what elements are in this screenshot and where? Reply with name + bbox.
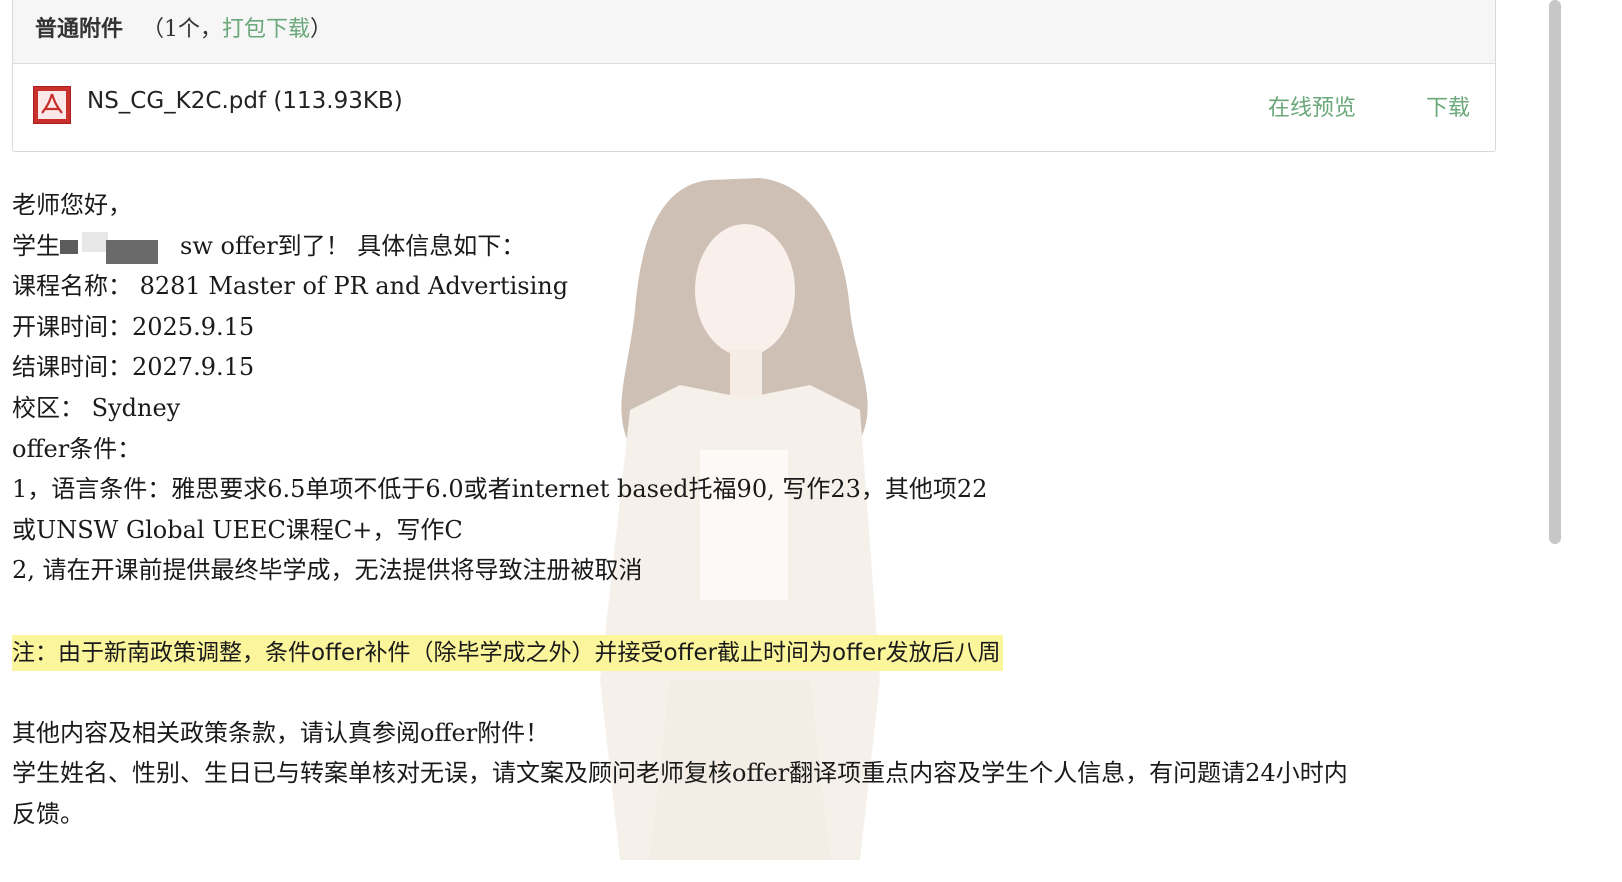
student-line: 学生 sw offer到了！ 具体信息如下： — [12, 226, 1552, 267]
pack-download-link[interactable]: 打包下载 — [222, 17, 310, 42]
condition-2-line: 2, 请在开课前提供最终毕学成，无法提供将导致注册被取消 — [12, 556, 643, 585]
notice-row: 注：由于新南政策调整，条件offer补件（除毕学成之外）并接受offer截止时间… — [12, 632, 1552, 673]
vertical-scrollbar[interactable] — [1549, 0, 1561, 544]
end-date-line: 结课时间：2027.9.15 — [12, 353, 255, 382]
conditions-title: offer条件： — [12, 434, 142, 463]
attachment-panel: 普通附件 （1个，打包下载） NS_CG_K2C.pdf (113.93KB) … — [12, 0, 1496, 152]
start-date-line: 开课时间：2025.9.15 — [12, 312, 255, 341]
download-link[interactable]: 下载 — [1426, 90, 1470, 122]
condition-1-line: 1，语言条件：雅思要求6.5单项不低于6.0或者internet based托福… — [12, 475, 988, 504]
attachment-count-suffix: ） — [310, 17, 333, 42]
course-line: 课程名称： 8281 Master of PR and Advertising — [12, 272, 569, 301]
attachment-file-name[interactable]: NS_CG_K2C.pdf (113.93KB) — [87, 88, 403, 114]
feedback-line: 反馈。 — [12, 799, 84, 828]
other-terms-line: 其他内容及相关政策条款，请认真参阅offer附件！ — [12, 718, 550, 747]
attachment-header: 普通附件 （1个，打包下载） — [13, 0, 1495, 64]
student-prefix: 学生 — [12, 231, 60, 260]
condition-1b-line: 或UNSW Global UEEC课程C+，写作C — [12, 515, 463, 544]
attachment-heading: 普通附件 — [35, 16, 124, 42]
attachment-count-prefix: （1个， — [142, 17, 223, 42]
attachment-row: NS_CG_K2C.pdf (113.93KB) 在线预览 下载 — [13, 64, 1495, 150]
pdf-icon — [33, 86, 71, 124]
online-preview-link[interactable]: 在线预览 — [1268, 90, 1356, 122]
redaction-mark — [60, 232, 180, 265]
verify-line: 学生姓名、性别、生日已与转案单核对无误，请文案及顾问老师复核offer翻译项重点… — [12, 759, 1348, 788]
highlighted-notice: 注：由于新南政策调整，条件offer补件（除毕学成之外）并接受offer截止时间… — [12, 634, 1003, 671]
attachment-count: （1个，打包下载） — [142, 17, 332, 42]
campus-line: 校区： Sydney — [12, 393, 181, 422]
greeting-line: 老师您好， — [12, 191, 132, 219]
student-suffix: sw offer到了！ 具体信息如下： — [180, 231, 526, 260]
email-body: 老师您好， 学生 sw offer到了！ 具体信息如下： 课程名称： 8281 M… — [12, 185, 1552, 835]
